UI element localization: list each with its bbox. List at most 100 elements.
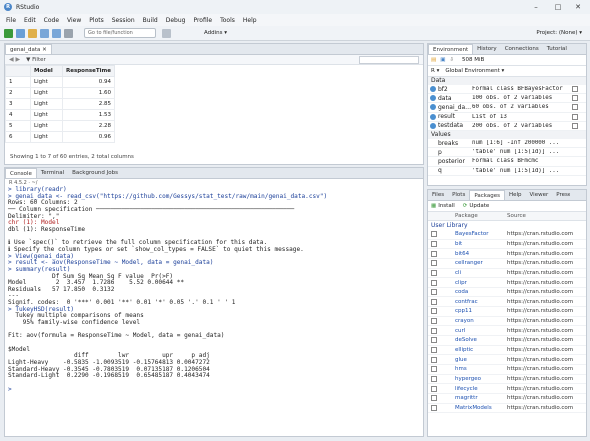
package-checkbox[interactable] bbox=[431, 347, 437, 353]
package-row[interactable]: cellranger https://cran.rstudio.com bbox=[428, 259, 586, 269]
tab-console[interactable]: Console bbox=[5, 168, 37, 178]
package-name-link[interactable]: lifecycle bbox=[455, 386, 507, 392]
package-checkbox[interactable] bbox=[431, 337, 437, 344]
new-project-icon[interactable] bbox=[16, 28, 25, 38]
print-icon[interactable] bbox=[64, 28, 73, 38]
col-header-index[interactable] bbox=[5, 65, 31, 77]
package-name-link[interactable]: glue bbox=[455, 357, 507, 363]
table-row[interactable]: 6 Light 0.96 bbox=[5, 131, 115, 143]
package-name-link[interactable]: hypergeo bbox=[455, 376, 507, 382]
package-name-link[interactable]: cpp11 bbox=[455, 308, 507, 314]
dataview-search-input[interactable] bbox=[359, 55, 419, 64]
package-checkbox[interactable] bbox=[431, 260, 437, 267]
package-row[interactable]: glue https://cran.rstudio.com bbox=[428, 355, 586, 365]
table-row[interactable]: 5 Light 2.28 bbox=[5, 120, 115, 132]
package-row[interactable]: magrittr https://cran.rstudio.com bbox=[428, 394, 586, 404]
new-file-icon[interactable] bbox=[4, 28, 13, 38]
package-checkbox[interactable] bbox=[431, 308, 437, 315]
package-name-link[interactable]: bit64 bbox=[455, 251, 507, 257]
package-row[interactable]: bit64 https://cran.rstudio.com bbox=[428, 249, 586, 259]
menu-build[interactable]: Build bbox=[143, 17, 158, 24]
menu-session[interactable]: Session bbox=[112, 17, 135, 24]
menu-debug[interactable]: Debug bbox=[166, 17, 186, 24]
close-button[interactable]: ✕ bbox=[568, 0, 588, 14]
env-data-row[interactable]: data 100 obs. of 2 variables bbox=[428, 94, 586, 104]
package-name-link[interactable]: cli bbox=[455, 270, 507, 276]
package-row[interactable]: cli https://cran.rstudio.com bbox=[428, 269, 586, 279]
tab-genai-data[interactable]: genai_data ✕ bbox=[5, 44, 52, 54]
expand-icon[interactable] bbox=[430, 122, 436, 129]
env-value-row[interactable]: posterior Formal class BFmcmc bbox=[428, 157, 586, 167]
open-file-icon[interactable] bbox=[28, 28, 37, 38]
package-name-link[interactable]: clipr bbox=[455, 280, 507, 286]
package-checkbox[interactable] bbox=[431, 404, 437, 411]
save-icon[interactable] bbox=[40, 28, 49, 38]
tab-help[interactable]: Help bbox=[505, 190, 526, 200]
package-row[interactable]: lifecycle https://cran.rstudio.com bbox=[428, 384, 586, 394]
table-row[interactable]: 1 Light 0.94 bbox=[5, 76, 115, 88]
menu-file[interactable]: File bbox=[6, 17, 16, 24]
package-name-link[interactable]: BayesFactor bbox=[455, 231, 507, 237]
package-row[interactable]: BayesFactor https://cran.rstudio.com bbox=[428, 230, 586, 240]
goto-file-input[interactable]: Go to file/function bbox=[84, 28, 156, 38]
addins-button[interactable]: Addins ▾ bbox=[204, 30, 227, 36]
package-name-link[interactable]: elliptic bbox=[455, 347, 507, 353]
menu-plots[interactable]: Plots bbox=[89, 17, 103, 24]
package-checkbox[interactable] bbox=[431, 240, 437, 247]
package-row[interactable]: MatrixModels https://cran.rstudio.com bbox=[428, 404, 586, 414]
minimize-button[interactable]: – bbox=[526, 0, 546, 14]
package-row[interactable]: hypergeo https://cran.rstudio.com bbox=[428, 375, 586, 385]
package-row[interactable]: coda https://cran.rstudio.com bbox=[428, 288, 586, 298]
tab-history[interactable]: History bbox=[473, 44, 501, 54]
memory-usage[interactable]: 508 MiB bbox=[462, 57, 484, 63]
package-row[interactable]: curl https://cran.rstudio.com bbox=[428, 326, 586, 337]
menu-edit[interactable]: Edit bbox=[24, 17, 36, 24]
package-checkbox[interactable] bbox=[431, 279, 437, 286]
package-checkbox[interactable] bbox=[431, 298, 437, 305]
project-menu[interactable]: Project: (None) ▾ bbox=[536, 30, 582, 36]
tab-connections[interactable]: Connections bbox=[501, 44, 543, 54]
table-row[interactable]: 4 Light 1.53 bbox=[5, 109, 115, 121]
menu-help[interactable]: Help bbox=[243, 17, 257, 24]
env-value-row[interactable]: p 'table' num [1:5(1d)] ... bbox=[428, 148, 586, 158]
package-checkbox[interactable] bbox=[431, 395, 437, 402]
grid-icon[interactable] bbox=[162, 28, 171, 38]
package-name-link[interactable]: cellranger bbox=[455, 260, 507, 266]
install-button[interactable]: Install bbox=[438, 203, 455, 209]
open-icon[interactable]: ▤ bbox=[431, 57, 436, 63]
import-dataset-icon[interactable]: ⇩ bbox=[449, 57, 454, 63]
package-name-link[interactable]: crayon bbox=[455, 318, 507, 324]
env-value-row[interactable]: q 'table' num [1:5(1d)] ... bbox=[428, 167, 586, 176]
back-icon[interactable]: ◀ ▶ bbox=[9, 56, 20, 63]
console-output[interactable]: > library(readr) > genai_data <- read_csv… bbox=[5, 186, 423, 393]
package-name-link[interactable]: contfrac bbox=[455, 299, 507, 305]
view-data-icon[interactable] bbox=[572, 122, 578, 129]
col-header-model[interactable]: Model bbox=[30, 65, 63, 77]
tab-environment[interactable]: Environment bbox=[428, 44, 474, 54]
scope-select[interactable]: Global Environment ▾ bbox=[445, 68, 504, 74]
package-checkbox[interactable] bbox=[431, 269, 437, 276]
col-header-responsetime[interactable]: ResponseTime bbox=[62, 65, 115, 77]
package-name-link[interactable]: hms bbox=[455, 366, 507, 372]
package-checkbox[interactable] bbox=[431, 356, 437, 363]
tab-tutorial[interactable]: Tutorial bbox=[543, 44, 571, 54]
env-data-row[interactable]: genai_da… 60 obs. of 2 variables bbox=[428, 103, 586, 113]
expand-icon[interactable] bbox=[430, 104, 436, 111]
env-data-row[interactable]: testdata 200 obs. of 2 variables bbox=[428, 122, 586, 131]
package-checkbox[interactable] bbox=[431, 231, 437, 238]
update-button[interactable]: Update bbox=[469, 203, 489, 209]
package-name-link[interactable]: bit bbox=[455, 241, 507, 247]
table-row[interactable]: 3 Light 2.85 bbox=[5, 98, 115, 110]
package-name-link[interactable]: deSolve bbox=[455, 337, 507, 343]
package-row[interactable]: hms https://cran.rstudio.com bbox=[428, 365, 586, 375]
menu-profile[interactable]: Profile bbox=[193, 17, 212, 24]
menu-tools[interactable]: Tools bbox=[220, 17, 235, 24]
package-name-link[interactable]: coda bbox=[455, 289, 507, 295]
tab-files[interactable]: Files bbox=[428, 190, 448, 200]
package-row[interactable]: clipr https://cran.rstudio.com bbox=[428, 278, 586, 288]
col-header-package[interactable]: Package bbox=[455, 213, 507, 219]
view-data-icon[interactable] bbox=[572, 113, 578, 120]
package-checkbox[interactable] bbox=[431, 318, 437, 325]
tab-presentation[interactable]: Presentation bbox=[552, 190, 570, 200]
env-data-row[interactable]: result List of 13 bbox=[428, 113, 586, 122]
